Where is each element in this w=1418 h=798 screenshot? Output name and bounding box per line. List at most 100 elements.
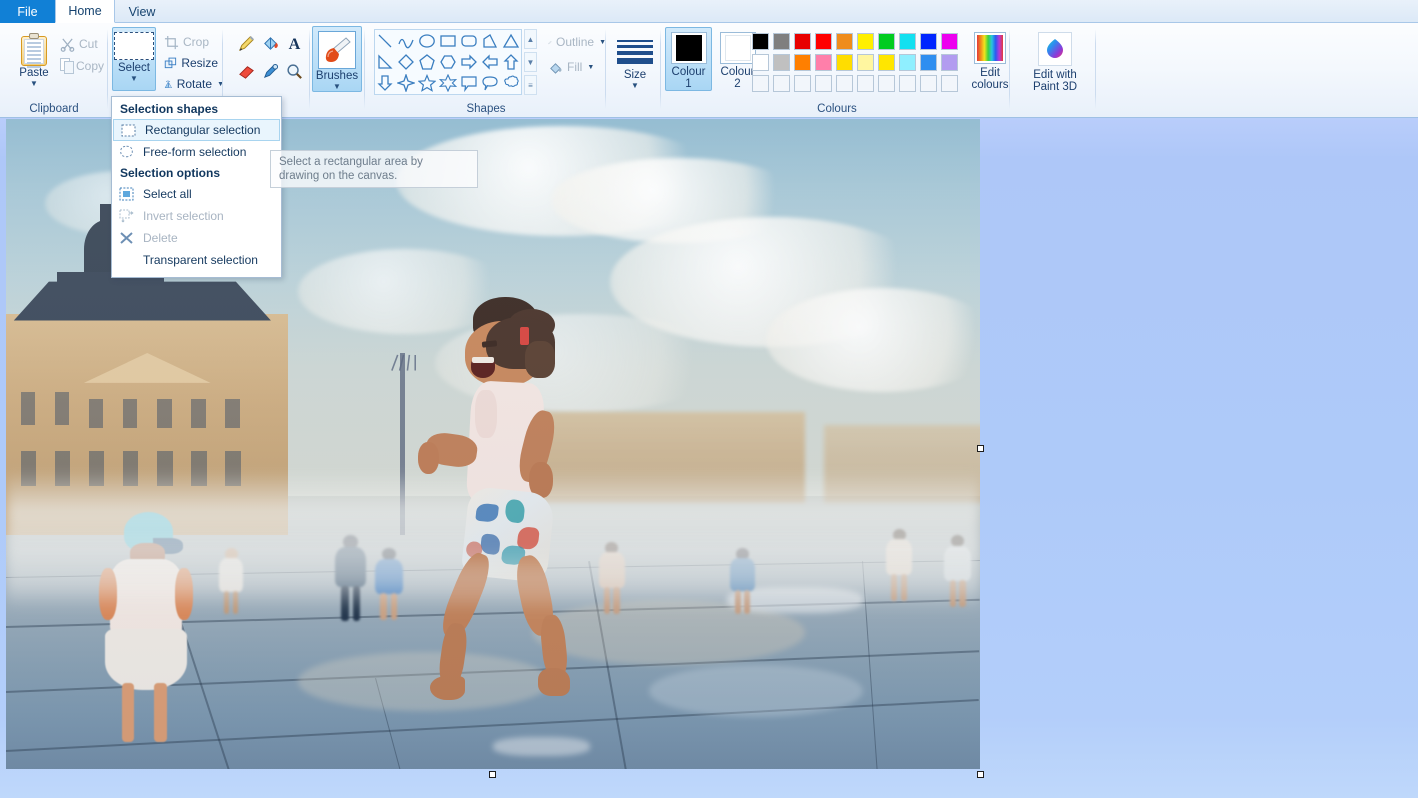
swatch-colour: [815, 54, 832, 71]
palette-swatch-0-4[interactable]: [834, 31, 855, 52]
shapes-scrollbar[interactable]: ▲ ▼ ≡: [524, 29, 537, 95]
brushes-button[interactable]: Brushes ▼: [312, 26, 362, 92]
edit-with-paint3d-button[interactable]: Edit with Paint 3D: [1024, 27, 1086, 94]
four-point-star-shape[interactable]: [396, 73, 416, 93]
edit-colours-label-line2: colours: [971, 79, 1008, 91]
select-dropdown-menu[interactable]: Selection shapes Rectangular selection F…: [111, 96, 282, 278]
shapes-scroll-up-icon[interactable]: ▲: [524, 29, 537, 49]
pencil-icon[interactable]: [237, 34, 256, 56]
shapes-grid[interactable]: [374, 29, 522, 95]
diamond-shape[interactable]: [396, 52, 416, 72]
pentagon-shape[interactable]: [417, 52, 437, 72]
swatch-colour: [941, 33, 958, 50]
six-point-star-shape[interactable]: [438, 73, 458, 93]
palette-swatch-1-7[interactable]: [897, 52, 918, 73]
resize-button[interactable]: Resize: [160, 52, 222, 74]
palette-swatch-1-5[interactable]: [855, 52, 876, 73]
palette-swatch-0-8[interactable]: [918, 31, 939, 52]
group-label-shapes: Shapes: [366, 103, 606, 115]
rainbow-gradient-icon: [974, 32, 1006, 64]
menu-item-select-all[interactable]: Select all: [112, 183, 281, 205]
size-button[interactable]: Size ▼: [615, 31, 655, 91]
chevron-down-icon: ▼: [130, 75, 138, 83]
outline-button[interactable]: Outline ▼: [544, 31, 610, 53]
rectangle-shape[interactable]: [438, 31, 458, 51]
tab-file[interactable]: File: [0, 0, 55, 23]
line-shape[interactable]: [375, 31, 395, 51]
left-arrow-shape[interactable]: [480, 52, 500, 72]
colour-picker-icon[interactable]: [261, 62, 280, 84]
menu-item-rectangular-selection[interactable]: Rectangular selection: [113, 119, 280, 141]
swatch-colour: [857, 33, 874, 50]
palette-swatch-0-5[interactable]: [855, 31, 876, 52]
text-a-icon[interactable]: A: [285, 34, 304, 56]
fill-bucket-icon[interactable]: [261, 34, 280, 56]
magnifier-icon[interactable]: [285, 62, 304, 84]
curve-shape[interactable]: [396, 31, 416, 51]
tab-view[interactable]: View: [116, 0, 168, 23]
hexagon-shape[interactable]: [438, 52, 458, 72]
paste-button[interactable]: Paste ▼: [8, 28, 60, 89]
shapes-scroll-down-icon[interactable]: ▼: [524, 52, 537, 72]
oval-shape[interactable]: [417, 31, 437, 51]
palette-swatch-1-6[interactable]: [876, 52, 897, 73]
palette-swatch-2-6[interactable]: [876, 73, 897, 94]
palette-swatch-2-9[interactable]: [939, 73, 960, 94]
menu-item-transparent-selection[interactable]: Transparent selection: [112, 249, 281, 271]
swatch-colour: [773, 33, 790, 50]
palette-swatch-2-0[interactable]: [750, 73, 771, 94]
palette-swatch-0-3[interactable]: [813, 31, 834, 52]
rounded-rectangle-shape[interactable]: [459, 31, 479, 51]
five-point-star-shape[interactable]: [417, 73, 437, 93]
triangle-shape[interactable]: [501, 31, 521, 51]
palette-swatch-1-0[interactable]: [750, 52, 771, 73]
palette-swatch-0-6[interactable]: [876, 31, 897, 52]
crop-button[interactable]: Crop: [160, 31, 218, 53]
menu-item-delete[interactable]: Delete: [112, 227, 281, 249]
palette-swatch-0-2[interactable]: [792, 31, 813, 52]
right-middle-handle[interactable]: [977, 445, 984, 452]
palette-swatch-2-4[interactable]: [834, 73, 855, 94]
palette-swatch-1-4[interactable]: [834, 52, 855, 73]
paste-label: Paste: [19, 67, 48, 79]
palette-swatch-2-1[interactable]: [771, 73, 792, 94]
chevron-down-icon: ▼: [30, 80, 38, 88]
cloud-callout-shape[interactable]: [501, 73, 521, 93]
palette-swatch-0-0[interactable]: [750, 31, 771, 52]
palette-swatch-2-7[interactable]: [897, 73, 918, 94]
palette-swatch-0-1[interactable]: [771, 31, 792, 52]
shapes-more-icon[interactable]: ≡: [524, 75, 537, 95]
eraser-icon[interactable]: [237, 62, 256, 84]
palette-swatch-2-2[interactable]: [792, 73, 813, 94]
palette-swatch-1-9[interactable]: [939, 52, 960, 73]
down-arrow-shape[interactable]: [375, 73, 395, 93]
palette-swatch-1-2[interactable]: [792, 52, 813, 73]
palette-swatch-2-8[interactable]: [918, 73, 939, 94]
edit-colours-button[interactable]: Edit colours: [967, 27, 1013, 92]
right-triangle-shape[interactable]: [375, 52, 395, 72]
rounded-callout-shape[interactable]: [480, 73, 500, 93]
palette-swatch-1-8[interactable]: [918, 52, 939, 73]
colour-1-button[interactable]: Colour 1: [665, 27, 712, 91]
tab-home[interactable]: Home: [55, 0, 115, 23]
rectangular-callout-shape[interactable]: [459, 73, 479, 93]
palette-swatch-1-3[interactable]: [813, 52, 834, 73]
up-arrow-shape[interactable]: [501, 52, 521, 72]
bottom-right-handle[interactable]: [977, 771, 984, 778]
rotate-button[interactable]: Rotate ▼: [160, 73, 228, 95]
menu-item-free-form-selection[interactable]: Free-form selection: [112, 141, 281, 163]
select-button[interactable]: Select ▼: [112, 27, 156, 91]
palette-swatch-2-3[interactable]: [813, 73, 834, 94]
copy-button[interactable]: Copy: [56, 55, 108, 77]
menu-item-invert-selection[interactable]: Invert selection: [112, 205, 281, 227]
fill-button[interactable]: Fill ▼: [544, 56, 600, 78]
right-arrow-shape[interactable]: [459, 52, 479, 72]
palette-swatch-0-7[interactable]: [897, 31, 918, 52]
colour-palette[interactable]: [750, 31, 960, 94]
palette-swatch-0-9[interactable]: [939, 31, 960, 52]
palette-swatch-2-5[interactable]: [855, 73, 876, 94]
cut-button[interactable]: Cut: [56, 33, 104, 55]
palette-swatch-1-1[interactable]: [771, 52, 792, 73]
bottom-middle-handle[interactable]: [489, 771, 496, 778]
polygon-shape[interactable]: [480, 31, 500, 51]
